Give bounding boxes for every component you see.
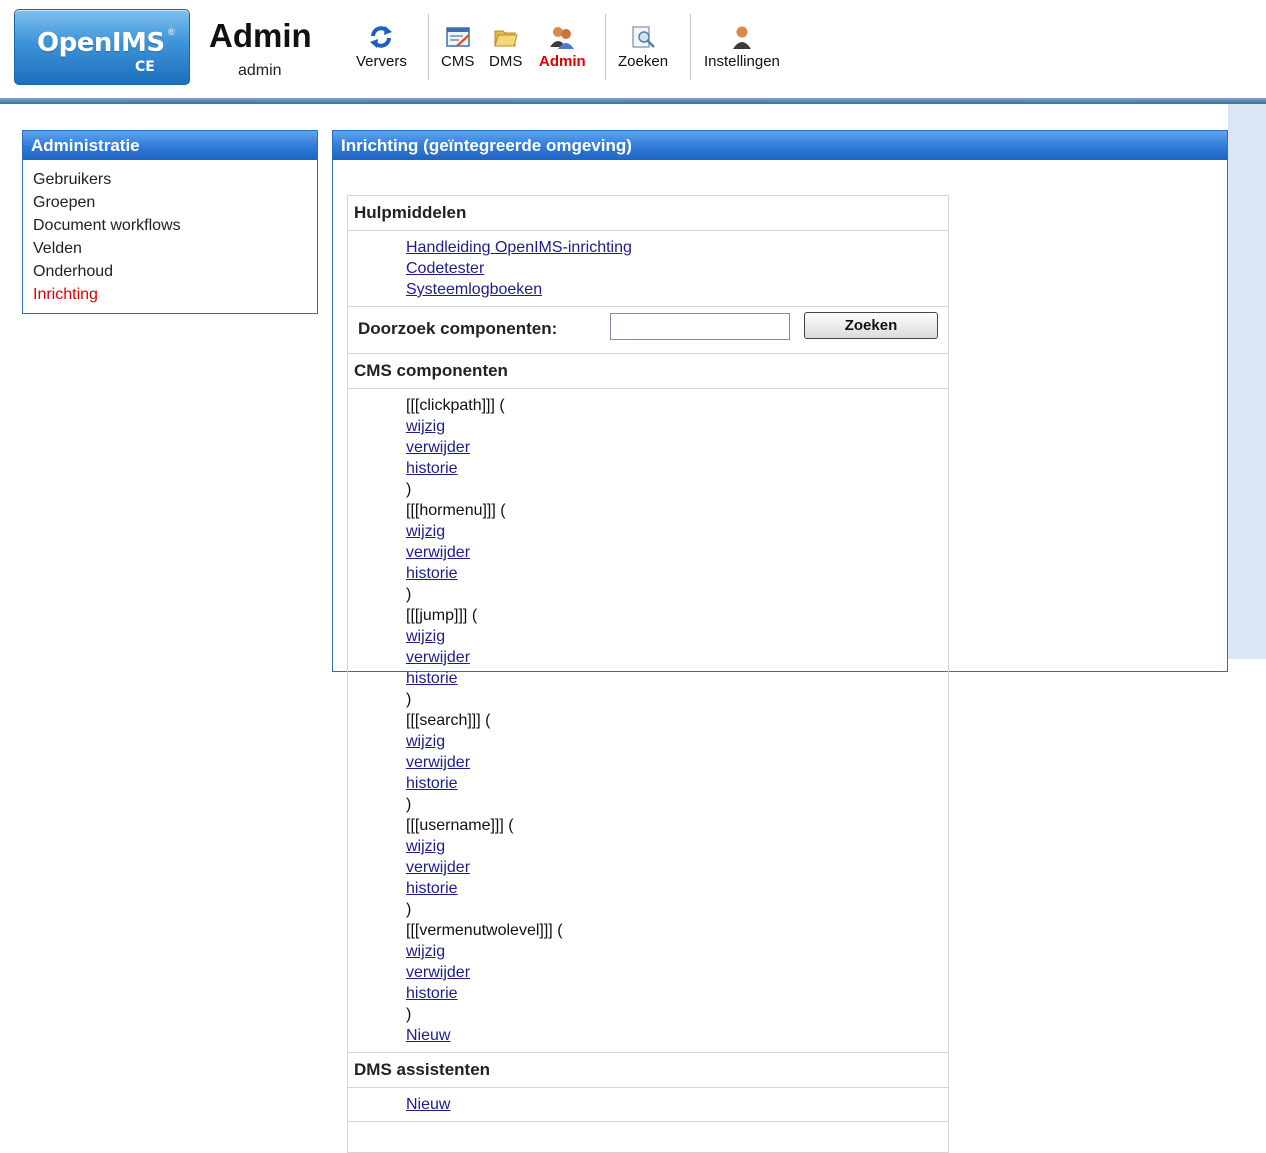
search-button[interactable]: Zoeken <box>804 312 938 339</box>
edit-link[interactable]: wijzig <box>406 626 948 647</box>
cms-components-list: [[[clickpath]]] (wijzig verwijder histor… <box>347 388 949 1053</box>
inrichting-table: Hulpmiddelen Handleiding OpenIMS-inricht… <box>347 195 949 1153</box>
new-cms-component-link[interactable]: Nieuw <box>406 1025 948 1046</box>
delete-link[interactable]: verwijder <box>406 542 948 563</box>
page-title: Admin <box>209 17 312 54</box>
component-row: [[[search]]] (wijzig verwijder historie) <box>406 710 948 815</box>
component-search-input[interactable] <box>610 313 790 340</box>
cms-components-heading: CMS componenten <box>347 353 949 389</box>
history-link[interactable]: historie <box>406 878 948 899</box>
search-document-icon <box>632 26 655 48</box>
main-title: Inrichting (geïntegreerde omgeving) <box>333 131 1227 160</box>
toolbar-cms-label: CMS <box>441 53 475 70</box>
tools-links: Handleiding OpenIMS-inrichting Codeteste… <box>347 230 949 307</box>
delete-link[interactable]: verwijder <box>406 647 948 668</box>
sidebar-item-gebruikers[interactable]: Gebruikers <box>33 168 317 191</box>
cms-editor-icon <box>445 27 470 47</box>
history-link[interactable]: historie <box>406 668 948 689</box>
app-header: OpenIMS ® CE Admin admin Ververs CMS DMS <box>0 0 1266 98</box>
folders-icon <box>494 30 518 47</box>
sidebar-item-inrichting[interactable]: Inrichting <box>33 283 317 306</box>
link-handleiding[interactable]: Handleiding OpenIMS-inrichting <box>406 237 948 258</box>
component-name: [[[clickpath]]] <box>406 397 495 414</box>
component-name: [[[jump]]] <box>406 607 468 624</box>
toolbar-separator <box>690 14 691 80</box>
toolbar-cms-button[interactable]: CMS <box>441 24 474 70</box>
edit-link[interactable]: wijzig <box>406 521 948 542</box>
logo-registered-mark: ® <box>168 27 175 37</box>
openims-logo[interactable]: OpenIMS ® CE <box>14 9 190 85</box>
tools-heading: Hulpmiddelen <box>347 195 949 231</box>
toolbar-zoeken-button[interactable]: Zoeken <box>618 24 668 70</box>
logo-name: OpenIMS <box>37 28 165 58</box>
delete-link[interactable]: verwijder <box>406 437 948 458</box>
delete-link[interactable]: verwijder <box>406 752 948 773</box>
dms-assistants-heading: DMS assistenten <box>347 1052 949 1088</box>
edit-link[interactable]: wijzig <box>406 416 948 437</box>
edit-link[interactable]: wijzig <box>406 941 948 962</box>
component-name: [[[hormenu]]] <box>406 502 496 519</box>
sidebar-panel: Administratie Gebruikers Groepen Documen… <box>22 130 318 314</box>
logo-edition: CE <box>135 59 155 75</box>
toolbar-ververs-button[interactable]: Ververs <box>356 24 407 70</box>
search-label: Doorzoek componenten: <box>358 319 558 338</box>
component-search-row: Doorzoek componenten: Zoeken <box>347 306 949 354</box>
toolbar-admin-label: Admin <box>539 53 586 70</box>
new-dms-assistant-link[interactable]: Nieuw <box>406 1094 948 1115</box>
user-settings-icon <box>732 26 751 49</box>
delete-link[interactable]: verwijder <box>406 857 948 878</box>
toolbar-zoeken-label: Zoeken <box>618 53 669 70</box>
toolbar-separator <box>605 14 606 80</box>
component-row: [[[username]]] (wijzig verwijder histori… <box>406 815 948 920</box>
sidebar-title: Administratie <box>23 131 317 160</box>
sidebar-item-groepen[interactable]: Groepen <box>33 191 317 214</box>
toolbar-admin-button[interactable]: Admin <box>539 24 586 70</box>
sidebar-item-velden[interactable]: Velden <box>33 237 317 260</box>
component-name: [[[search]]] <box>406 712 481 729</box>
history-link[interactable]: historie <box>406 773 948 794</box>
admin-users-icon <box>550 27 575 49</box>
right-margin-strip <box>1228 104 1266 659</box>
history-link[interactable]: historie <box>406 563 948 584</box>
toolbar-instellingen-button[interactable]: Instellingen <box>704 24 780 70</box>
edit-link[interactable]: wijzig <box>406 731 948 752</box>
component-row: [[[hormenu]]] (wijzig verwijder historie… <box>406 500 948 605</box>
main-panel: Inrichting (geïntegreerde omgeving) Hulp… <box>332 130 1228 1153</box>
sidebar-item-onderhoud[interactable]: Onderhoud <box>33 260 317 283</box>
toolbar-separator <box>428 14 429 80</box>
component-name: [[[username]]] <box>406 817 504 834</box>
component-row: [[[jump]]] (wijzig verwijder historie) <box>406 605 948 710</box>
component-row: [[[clickpath]]] (wijzig verwijder histor… <box>406 395 948 500</box>
sidebar-item-document-workflows[interactable]: Document workflows <box>33 214 317 237</box>
edit-link[interactable]: wijzig <box>406 836 948 857</box>
history-link[interactable]: historie <box>406 458 948 479</box>
delete-link[interactable]: verwijder <box>406 962 948 983</box>
table-row <box>347 1121 949 1153</box>
current-user: admin <box>238 62 282 79</box>
component-row: [[[vermenutwolevel]]] (wijzig verwijder … <box>406 920 948 1025</box>
component-name: [[[vermenutwolevel]]] <box>406 922 553 939</box>
history-link[interactable]: historie <box>406 983 948 1004</box>
toolbar-instellingen-label: Instellingen <box>704 53 780 70</box>
toolbar-dms-button[interactable]: DMS <box>489 24 522 70</box>
sidebar-menu: Gebruikers Groepen Document workflows Ve… <box>23 168 317 306</box>
link-codetester[interactable]: Codetester <box>406 258 948 279</box>
toolbar-dms-label: DMS <box>489 53 523 70</box>
refresh-icon <box>370 26 393 48</box>
link-systeemlogboeken[interactable]: Systeemlogboeken <box>406 279 948 300</box>
toolbar-ververs-label: Ververs <box>356 53 407 70</box>
dms-assistants-list: Nieuw <box>347 1087 949 1122</box>
